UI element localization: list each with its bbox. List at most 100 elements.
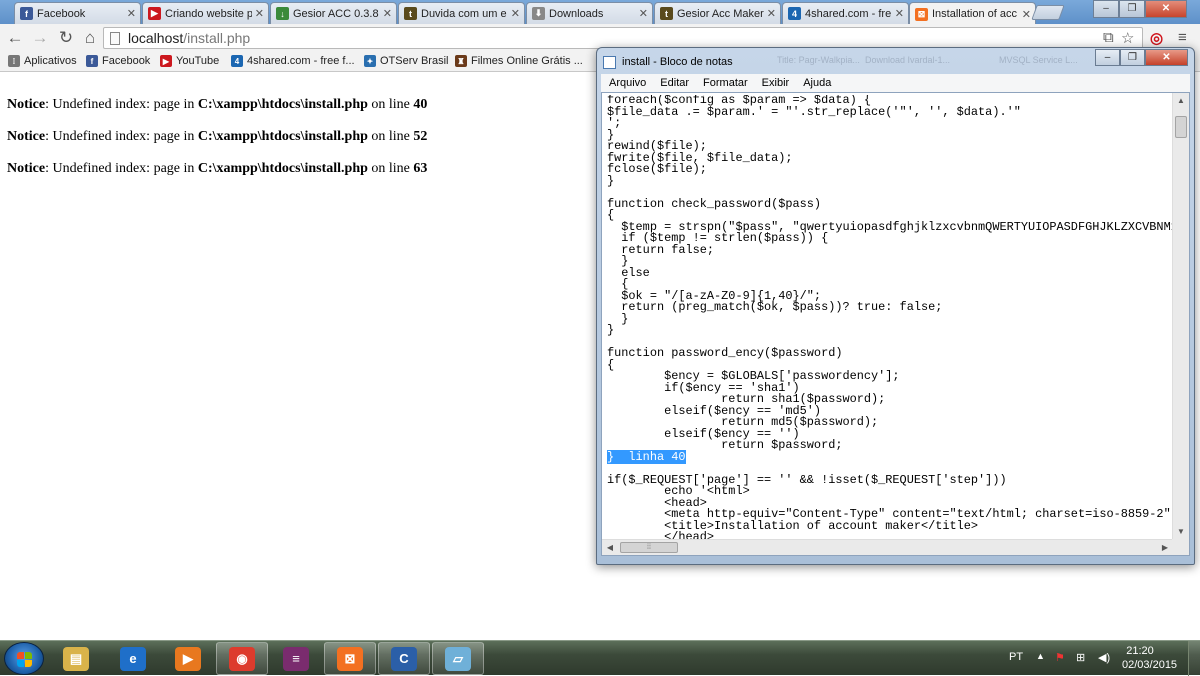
bookmark-item[interactable]: ✦ OTServ Brasil [364,55,448,67]
code-text[interactable]: foreach($config as $param => $data) { $f… [607,95,1173,541]
bookmark-label: Filmes Online Grátis ... [471,55,583,67]
php-notice: Notice: Undefined index: page in C:\xamp… [7,129,427,145]
close-tab-icon[interactable]: ✕ [895,7,904,20]
close-tab-icon[interactable]: ✕ [255,7,264,20]
winrar-icon: ≡ [283,646,309,671]
scrollbar-thumb[interactable]: ⁞⁞ [620,542,678,553]
bookmark-item[interactable]: ♜ Filmes Online Grátis ... [455,55,583,67]
notepad-window[interactable]: install - Bloco de notas Title: Pagr-Wal… [596,47,1195,565]
taskbar-app-winrar[interactable]: ≡ [270,642,322,675]
browser-tab[interactable]: ⊠ Installation of acc ✕ [909,2,1036,25]
scroll-left-icon[interactable]: ◀ [602,540,618,555]
close-tab-icon[interactable]: ✕ [383,7,392,20]
close-tab-icon[interactable]: ✕ [639,7,648,20]
notepad-titlebar[interactable]: install - Bloco de notas [603,52,733,72]
network-icon[interactable]: ⊞ [1076,651,1085,664]
volume-icon[interactable]: ◀) [1098,651,1110,664]
back-icon[interactable]: ← [5,28,25,48]
minimize-icon[interactable]: – [1093,0,1119,18]
close-icon[interactable]: ✕ [1145,0,1187,18]
browser-tab[interactable]: ⬇ Downloads ✕ [526,2,653,24]
notice-message: : Undefined index: page in [45,129,198,144]
close-tab-icon[interactable]: ✕ [1022,8,1031,21]
browser-tab[interactable]: t Gesior Acc Maker ✕ [654,2,781,24]
notice-label: Notice [7,129,46,144]
opera-extension-icon[interactable]: ◎ [1150,29,1163,47]
notice-label: Notice [7,161,46,176]
clock[interactable]: 21:20 02/03/2015 [1122,644,1178,672]
vertical-scrollbar[interactable]: ▲ ▼ [1172,93,1189,540]
bookmark-item[interactable]: ⁞ Aplicativos [8,55,77,67]
scroll-up-icon[interactable]: ▲ [1173,93,1189,109]
menu-item-editar[interactable]: Editar [660,77,689,89]
notepad-text-area[interactable]: foreach($config as $param => $data) { $f… [601,92,1190,556]
language-indicator[interactable]: PT [1009,651,1023,663]
ghost-title: Title: Pagr-Walkpia... [777,55,860,65]
clock-date: 02/03/2015 [1122,659,1178,671]
notepad-icon [603,55,616,69]
taskbar-app-notepad[interactable]: ▱ [432,642,484,675]
xampp-icon: ⊠ [337,646,363,671]
browser-tab[interactable]: t Duvida com um e ✕ [398,2,525,24]
browser-tab[interactable]: 4 4shared.com - fre ✕ [782,2,909,24]
home-icon[interactable]: ⌂ [80,28,100,48]
close-icon[interactable]: ✕ [1145,49,1188,66]
show-desktop-button[interactable] [1188,641,1200,676]
url-path: /install.php [183,30,251,46]
tab-title: Facebook [37,7,86,20]
bookmark-item[interactable]: f Facebook [86,55,150,67]
scrollbar-thumb[interactable] [1175,116,1187,138]
address-bar[interactable]: localhost/install.php [103,27,1143,49]
forward-icon[interactable]: → [30,28,50,48]
notice-message: : Undefined index: page in [45,161,198,176]
notice-label: Notice [7,97,46,112]
youtube-icon: ▶ [148,7,161,20]
close-tab-icon[interactable]: ✕ [511,7,520,20]
action-center-icon[interactable]: ⚑ [1055,651,1065,664]
scroll-down-icon[interactable]: ▼ [1173,524,1189,540]
reload-icon[interactable]: ↻ [56,28,76,48]
taskbar-app-ie[interactable]: e [107,642,159,675]
bookmark-label: Facebook [102,55,151,67]
browser-tab[interactable]: ↓ Gesior ACC 0.3.8 ✕ [270,2,397,24]
taskbar-app-media[interactable]: ▶ [162,642,214,675]
close-tab-icon[interactable]: ✕ [767,7,776,20]
browser-tab[interactable]: ▶ Criando website p ✕ [142,2,269,24]
taskbar-app-chrome[interactable]: ◉ [216,642,268,675]
bookmark-label: Aplicativos [24,55,77,67]
start-button[interactable] [4,642,44,675]
browser-tab[interactable]: f Facebook ✕ [14,2,141,24]
bookmark-star-icon[interactable]: ☆ [1121,29,1134,47]
taskbar-app-explorer[interactable]: ▤ [50,642,102,675]
taskbar-app-xampp[interactable]: ⊠ [324,642,376,675]
tray-expand-icon[interactable]: ▲ [1036,651,1045,661]
taskbar-app-app[interactable]: C [378,642,430,675]
notice-online: on line [367,97,414,112]
menu-item-arquivo[interactable]: Arquivo [609,77,646,89]
horizontal-scrollbar[interactable]: ◀ ⁞⁞ ▶ [602,539,1173,555]
bookmark-item[interactable]: 4 4shared.com - free f... [231,55,355,67]
notice-message: : Undefined index: page in [45,97,198,112]
code-block: if($_REQUEST['page'] == '' && !isset($_R… [607,472,1171,541]
notice-online: on line [367,161,414,176]
close-tab-icon[interactable]: ✕ [127,7,136,20]
menu-item-ajuda[interactable]: Ajuda [803,77,831,89]
scroll-right-icon[interactable]: ▶ [1157,540,1173,555]
notice-path: C:\xampp\htdocs\install.php [197,129,368,144]
menu-item-formatar[interactable]: Formatar [703,77,748,89]
url-host: localhost [128,30,184,46]
new-tab-button[interactable] [1031,5,1065,20]
notepad-icon: ▱ [445,646,471,671]
ghost-title: MVSQL Service L... [999,55,1078,65]
browser-tab-strip: f Facebook ✕ ▶ Criando website p ✕ ↓ Gesior ACC… [0,0,1200,25]
folder-icon: ▤ [63,646,89,671]
menu-icon[interactable]: ≡ [1178,29,1187,46]
notice-line: 63 [413,161,428,176]
ghost-title: Download Ivardal-1... [865,55,951,65]
bookmark-item[interactable]: ▶ YouTube [160,55,219,67]
translate-icon[interactable]: ⧉ [1103,29,1114,46]
maximize-icon[interactable]: ❐ [1119,0,1145,18]
maximize-icon[interactable]: ❐ [1120,49,1145,66]
minimize-icon[interactable]: – [1095,49,1120,66]
menu-item-exibir[interactable]: Exibir [762,77,790,89]
